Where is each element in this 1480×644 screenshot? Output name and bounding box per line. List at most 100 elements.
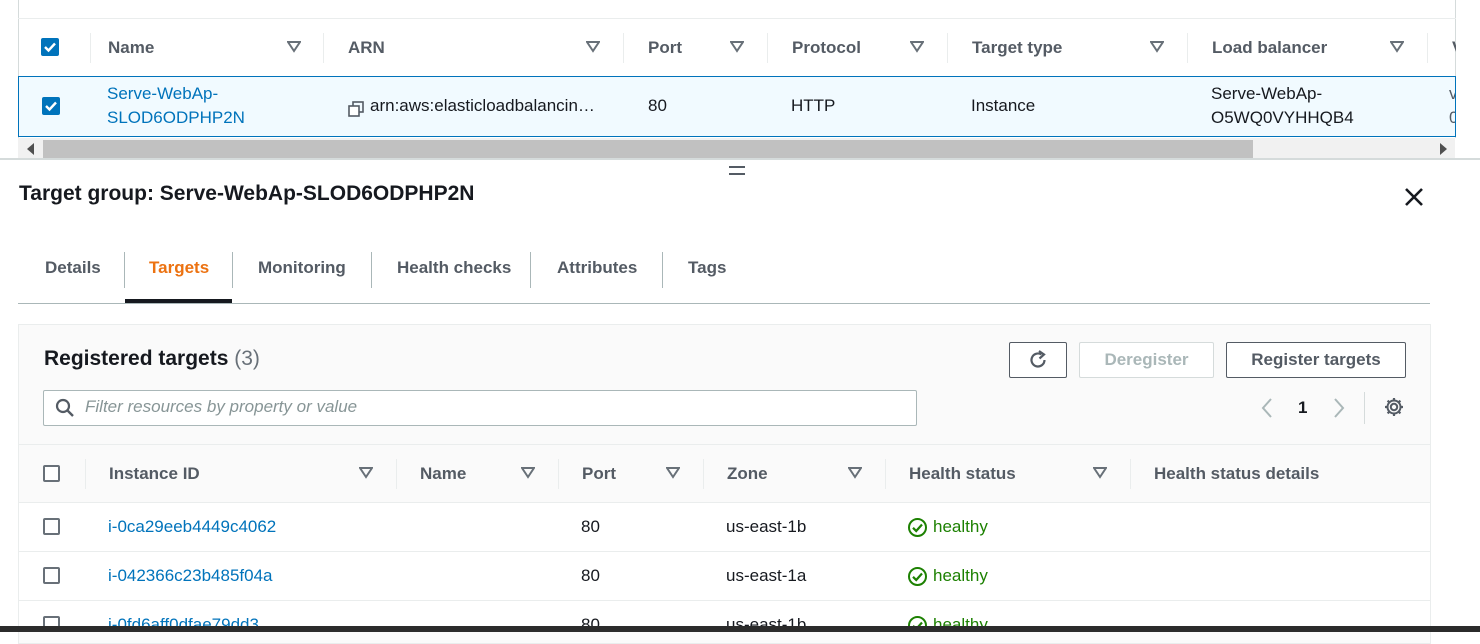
split-panel-divider[interactable]: [0, 158, 1480, 160]
tab-separator: [232, 252, 233, 288]
close-icon[interactable]: [1403, 186, 1425, 208]
instance-id-link[interactable]: i-0ca29eeb4449c4062: [108, 517, 276, 537]
target-group-name-link-line2[interactable]: SLOD6ODPHP2N: [107, 108, 245, 128]
registered-targets-heading: Registered targets: [44, 347, 229, 370]
register-targets-button[interactable]: Register targets: [1226, 342, 1406, 378]
column-header-name[interactable]: Name: [420, 445, 466, 503]
tab-details[interactable]: Details: [45, 258, 101, 278]
horizontal-scrollbar[interactable]: [18, 138, 1455, 160]
load-balancer-value: Serve-WebAp-: [1211, 84, 1323, 103]
column-separator: [90, 33, 91, 63]
tabs-divider: [18, 303, 1430, 304]
column-separator: [396, 459, 397, 489]
tab-targets[interactable]: Targets: [149, 258, 209, 278]
zone-value: us-east-1b: [726, 615, 807, 626]
column-separator: [767, 33, 768, 63]
column-separator: [1187, 33, 1188, 63]
check-circle-icon: [908, 518, 927, 537]
settings-gear-icon[interactable]: [1383, 396, 1405, 418]
tab-separator: [662, 252, 663, 288]
zone-value: us-east-1b: [726, 517, 807, 536]
sort-icon[interactable]: [666, 467, 680, 479]
table-row[interactable]: i-0fd6aff0dfae79dd3 80 us-east-1b health…: [19, 601, 1430, 626]
row-checkbox[interactable]: [43, 518, 60, 535]
sort-icon[interactable]: [1093, 467, 1107, 479]
port-value: 80: [581, 566, 600, 585]
row-checkbox[interactable]: [43, 616, 60, 626]
arn-value: arn:aws:elasticloadbalancin…: [370, 96, 595, 115]
port-value: 80: [581, 517, 600, 536]
registered-targets-title: Registered targets (3): [44, 347, 260, 371]
resize-handle-icon[interactable]: [729, 166, 745, 168]
check-circle-icon: [908, 567, 927, 586]
column-header-health-status-details: Health status details: [1154, 464, 1320, 483]
scrollbar-thumb[interactable]: [43, 140, 1253, 158]
target-groups-table-header: Name ARN Port Protocol Target type Load …: [18, 18, 1456, 76]
row-checkbox[interactable]: [42, 97, 60, 115]
refresh-icon: [1030, 350, 1046, 368]
current-page-number[interactable]: 1: [1298, 398, 1307, 418]
table-row[interactable]: i-0ca29eeb4449c4062 80 us-east-1b health…: [19, 503, 1430, 552]
select-all-targets-checkbox[interactable]: [43, 465, 60, 482]
truncated-value: v: [1449, 84, 1455, 103]
health-status: healthy: [933, 615, 988, 626]
row-checkbox[interactable]: [43, 567, 60, 584]
select-all-checkbox[interactable]: [41, 38, 59, 56]
column-header-port[interactable]: Port: [648, 19, 682, 77]
column-header-target-type[interactable]: Target type: [972, 19, 1062, 77]
column-header-zone[interactable]: Zone: [727, 445, 768, 503]
column-header-instance-id[interactable]: Instance ID: [109, 445, 200, 503]
column-header-port[interactable]: Port: [582, 445, 616, 503]
window-bottom-edge: [0, 626, 1480, 632]
previous-page-icon[interactable]: [1260, 397, 1274, 419]
deregister-button[interactable]: Deregister: [1079, 342, 1214, 378]
next-page-icon[interactable]: [1332, 397, 1346, 419]
sort-icon[interactable]: [910, 41, 924, 53]
target-type-value: Instance: [971, 96, 1036, 115]
scroll-left-arrow[interactable]: [27, 143, 34, 155]
column-separator: [323, 33, 324, 63]
sort-icon[interactable]: [359, 467, 373, 479]
column-separator: [885, 459, 886, 489]
resize-handle-icon-line[interactable]: [729, 173, 745, 175]
search-icon: [55, 398, 74, 417]
sort-icon[interactable]: [521, 467, 535, 479]
column-separator: [947, 33, 948, 63]
column-header-name[interactable]: Name: [108, 19, 154, 77]
column-header-arn[interactable]: ARN: [348, 19, 385, 77]
target-group-row-selected[interactable]: Serve-WebAp- SLOD6ODPHP2N arn:aws:elasti…: [18, 76, 1456, 137]
column-header-protocol[interactable]: Protocol: [792, 19, 861, 77]
column-separator: [1130, 459, 1131, 489]
health-status: healthy: [933, 566, 988, 585]
port-value: 80: [581, 615, 600, 626]
tab-separator: [371, 252, 372, 288]
instance-id-link[interactable]: i-0fd6aff0dfae79dd3: [108, 615, 259, 626]
sort-icon[interactable]: [730, 41, 744, 53]
targets-table-header: Instance ID Name Port Zone Health status…: [19, 444, 1430, 503]
sort-icon[interactable]: [287, 41, 301, 53]
refresh-button[interactable]: [1009, 342, 1067, 378]
sort-icon[interactable]: [848, 467, 862, 479]
tab-tags[interactable]: Tags: [688, 258, 726, 278]
health-status: healthy: [933, 517, 988, 536]
column-header-health-status[interactable]: Health status: [909, 445, 1016, 503]
scroll-right-arrow[interactable]: [1440, 143, 1447, 155]
table-row[interactable]: i-042366c23b485f04a 80 us-east-1a health…: [19, 552, 1430, 601]
copy-icon[interactable]: [348, 101, 364, 117]
tab-attributes[interactable]: Attributes: [557, 258, 637, 278]
sort-icon[interactable]: [586, 41, 600, 53]
column-separator: [703, 459, 704, 489]
sort-icon[interactable]: [1390, 41, 1404, 53]
column-separator: [623, 33, 624, 63]
instance-id-link[interactable]: i-042366c23b485f04a: [108, 566, 272, 586]
pager-divider: [1364, 392, 1365, 424]
column-header-truncated[interactable]: V: [1452, 19, 1456, 77]
column-header-load-balancer[interactable]: Load balancer: [1212, 19, 1327, 77]
column-separator: [85, 459, 86, 489]
tab-health-checks[interactable]: Health checks: [397, 258, 511, 278]
zone-value: us-east-1a: [726, 566, 807, 585]
load-balancer-value-line2: O5WQ0VYHHQB4: [1211, 108, 1354, 127]
sort-icon[interactable]: [1150, 41, 1164, 53]
target-group-name-link[interactable]: Serve-WebAp-: [107, 84, 218, 104]
tab-monitoring[interactable]: Monitoring: [258, 258, 346, 278]
